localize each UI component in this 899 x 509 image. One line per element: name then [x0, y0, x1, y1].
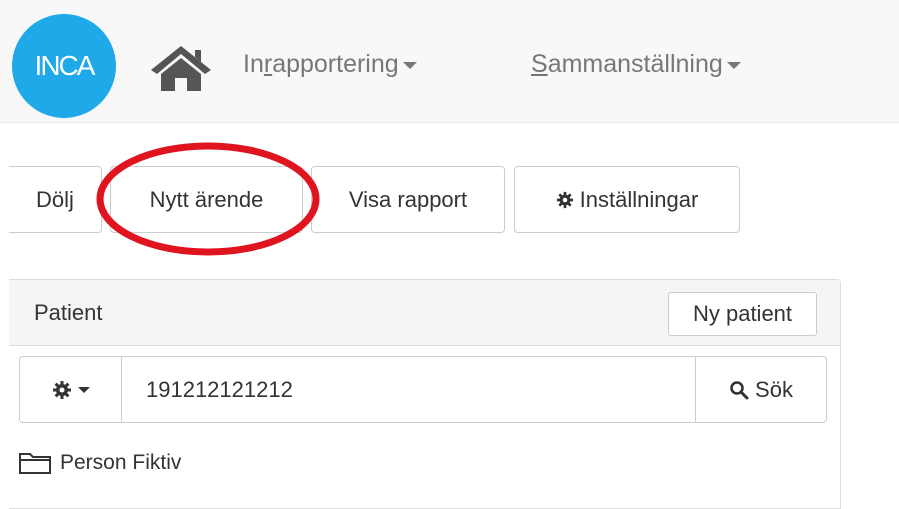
- search-options-dropdown[interactable]: [19, 356, 122, 423]
- patient-result-item[interactable]: Person Fiktiv: [18, 451, 181, 475]
- patient-panel-title: Patient: [34, 300, 103, 325]
- gear-icon: [52, 380, 71, 399]
- settings-button[interactable]: Inställningar: [514, 166, 740, 233]
- new-patient-button-label: Ny patient: [692, 301, 793, 326]
- nav-inrapportering[interactable]: In r apportering: [243, 50, 417, 79]
- show-report-button-label: Visa rapport: [348, 186, 468, 212]
- search-icon: [730, 380, 749, 399]
- top-navbar: INCA In r apportering Sammanställning: [0, 0, 899, 123]
- patient-search-input[interactable]: [122, 356, 696, 423]
- home-icon[interactable]: [149, 44, 213, 92]
- patient-panel-heading: Patient Ny patient: [9, 280, 840, 346]
- hide-button[interactable]: Dölj: [9, 166, 102, 233]
- chevron-down-icon: [77, 386, 90, 393]
- nav-sammanstallning-label-post: ammanställning: [547, 50, 723, 78]
- folder-icon: [19, 453, 51, 474]
- nav-sammanstallning[interactable]: Sammanställning: [531, 50, 741, 79]
- patient-panel: Patient Ny patient 191212121212 Sök Pers…: [9, 279, 841, 509]
- nav-sammanstallning-label-accesskey: S: [531, 50, 548, 78]
- patient-search-group: Sök: [19, 356, 827, 423]
- new-patient-button[interactable]: Ny patient: [668, 292, 817, 336]
- inca-logo[interactable]: INCA: [12, 14, 116, 118]
- chevron-down-icon: [726, 62, 741, 69]
- new-case-button[interactable]: Nytt ärende: [110, 166, 303, 233]
- hide-button-label: Dölj: [36, 186, 74, 212]
- patient-result-label: Person Fiktiv: [60, 451, 182, 474]
- settings-button-label: Inställningar: [579, 186, 699, 212]
- nav-inrapportering-label-post: apportering: [272, 50, 399, 78]
- search-button-label: Sök: [755, 376, 793, 402]
- chevron-down-icon: [402, 62, 417, 69]
- search-button[interactable]: Sök: [696, 356, 827, 423]
- nav-inrapportering-label-pre: In: [243, 50, 264, 78]
- show-report-button[interactable]: Visa rapport: [311, 166, 505, 233]
- gear-icon: [556, 191, 573, 208]
- nav-inrapportering-label-accesskey: r: [263, 50, 273, 78]
- new-case-button-label: Nytt ärende: [149, 186, 264, 212]
